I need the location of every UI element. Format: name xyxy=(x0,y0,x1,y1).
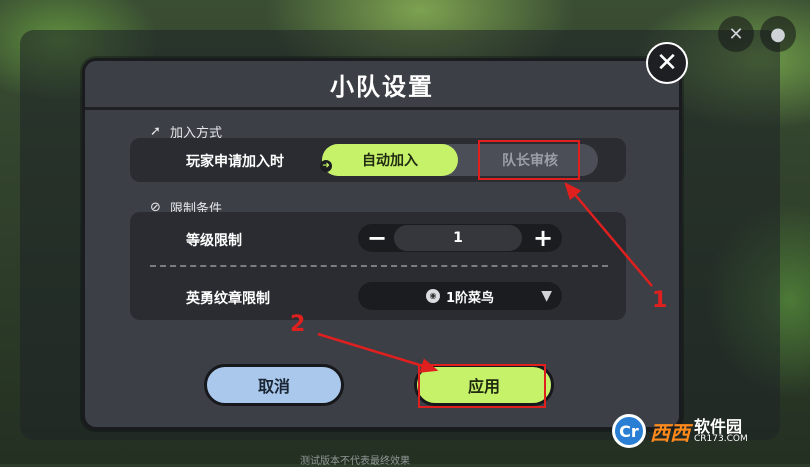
annotation-number-2: 2 xyxy=(290,312,306,337)
annotation-number-1: 1 xyxy=(652,288,668,313)
watermark-name: 西西 xyxy=(650,420,690,445)
annotation-arrows xyxy=(317,182,653,373)
watermark-url: CR173.COM xyxy=(694,433,748,444)
watermark-site: 软件园 xyxy=(694,416,743,436)
annotation-arrow-1 xyxy=(564,182,653,287)
watermark-logo-icon: Cr xyxy=(612,414,646,448)
annotation-arrow-2 xyxy=(317,332,439,373)
watermark: Cr 西西 软件园 CR173.COM xyxy=(612,414,748,448)
